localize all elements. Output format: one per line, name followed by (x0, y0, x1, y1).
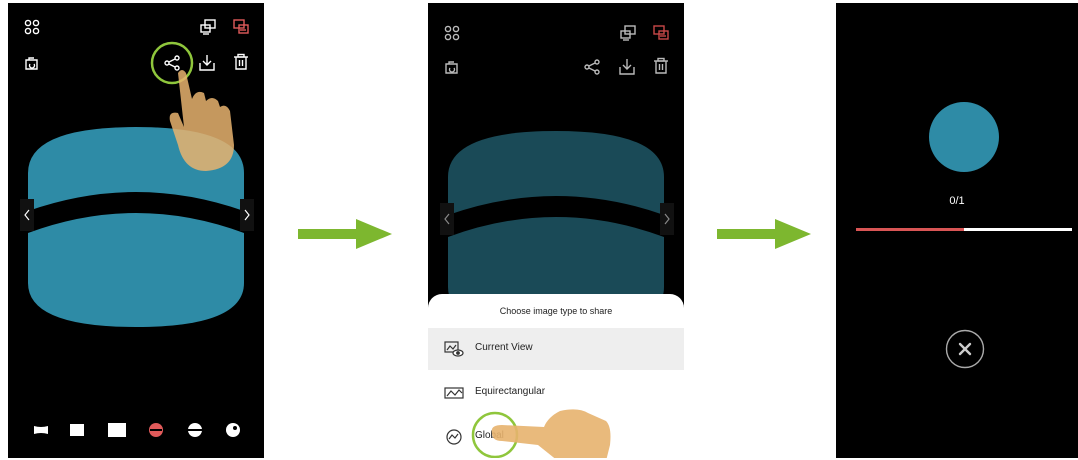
current-view-icon (444, 341, 464, 357)
rotate-icon[interactable] (443, 58, 461, 76)
equirectangular-icon (444, 387, 464, 399)
chevron-left-icon[interactable] (20, 199, 34, 231)
global-icon (446, 429, 462, 445)
square-mode-icon[interactable] (70, 424, 84, 436)
display-icon[interactable] (199, 18, 217, 36)
flow-arrow-2 (717, 219, 811, 249)
chevron-right-icon[interactable] (660, 203, 674, 235)
progress-counter: 0/1 (949, 195, 965, 207)
progress-bar (856, 228, 1072, 231)
pointing-hand-icon (169, 70, 234, 171)
flat-mode-icon[interactable] (33, 425, 49, 435)
option-label: Current View (475, 342, 533, 353)
chevron-right-icon[interactable] (240, 199, 254, 231)
sheet-title: Choose image type to share (499, 306, 613, 316)
download-icon[interactable] (618, 57, 636, 77)
flow-arrow-1 (298, 219, 392, 249)
chevron-left-icon[interactable] (440, 203, 454, 235)
display-active-icon[interactable] (652, 24, 670, 42)
export-progress-screen: 0/1 (836, 3, 1078, 458)
grid-icon[interactable] (24, 19, 40, 35)
grid-icon[interactable] (444, 25, 460, 41)
option-current-view[interactable]: Current View (428, 328, 684, 370)
sphere-mode-icon[interactable] (225, 422, 241, 438)
preview-thumbnail (929, 102, 999, 172)
share-dialog-screen: Choose image type to share Current View … (428, 3, 684, 458)
little-planet-mode-icon[interactable] (148, 422, 164, 438)
display-icon[interactable] (619, 24, 637, 42)
dome-mode-icon[interactable] (187, 422, 203, 438)
viewer-screen (8, 3, 264, 458)
rotate-icon[interactable] (23, 54, 41, 72)
pointing-hand-icon (491, 409, 611, 458)
progress-bar-fill (856, 228, 964, 231)
option-label: Equirectangular (475, 386, 546, 397)
share-icon[interactable] (583, 58, 601, 76)
wide-mode-icon[interactable] (108, 423, 126, 437)
display-active-icon[interactable] (232, 18, 250, 36)
trash-icon[interactable] (653, 57, 669, 75)
close-icon[interactable] (945, 329, 985, 369)
